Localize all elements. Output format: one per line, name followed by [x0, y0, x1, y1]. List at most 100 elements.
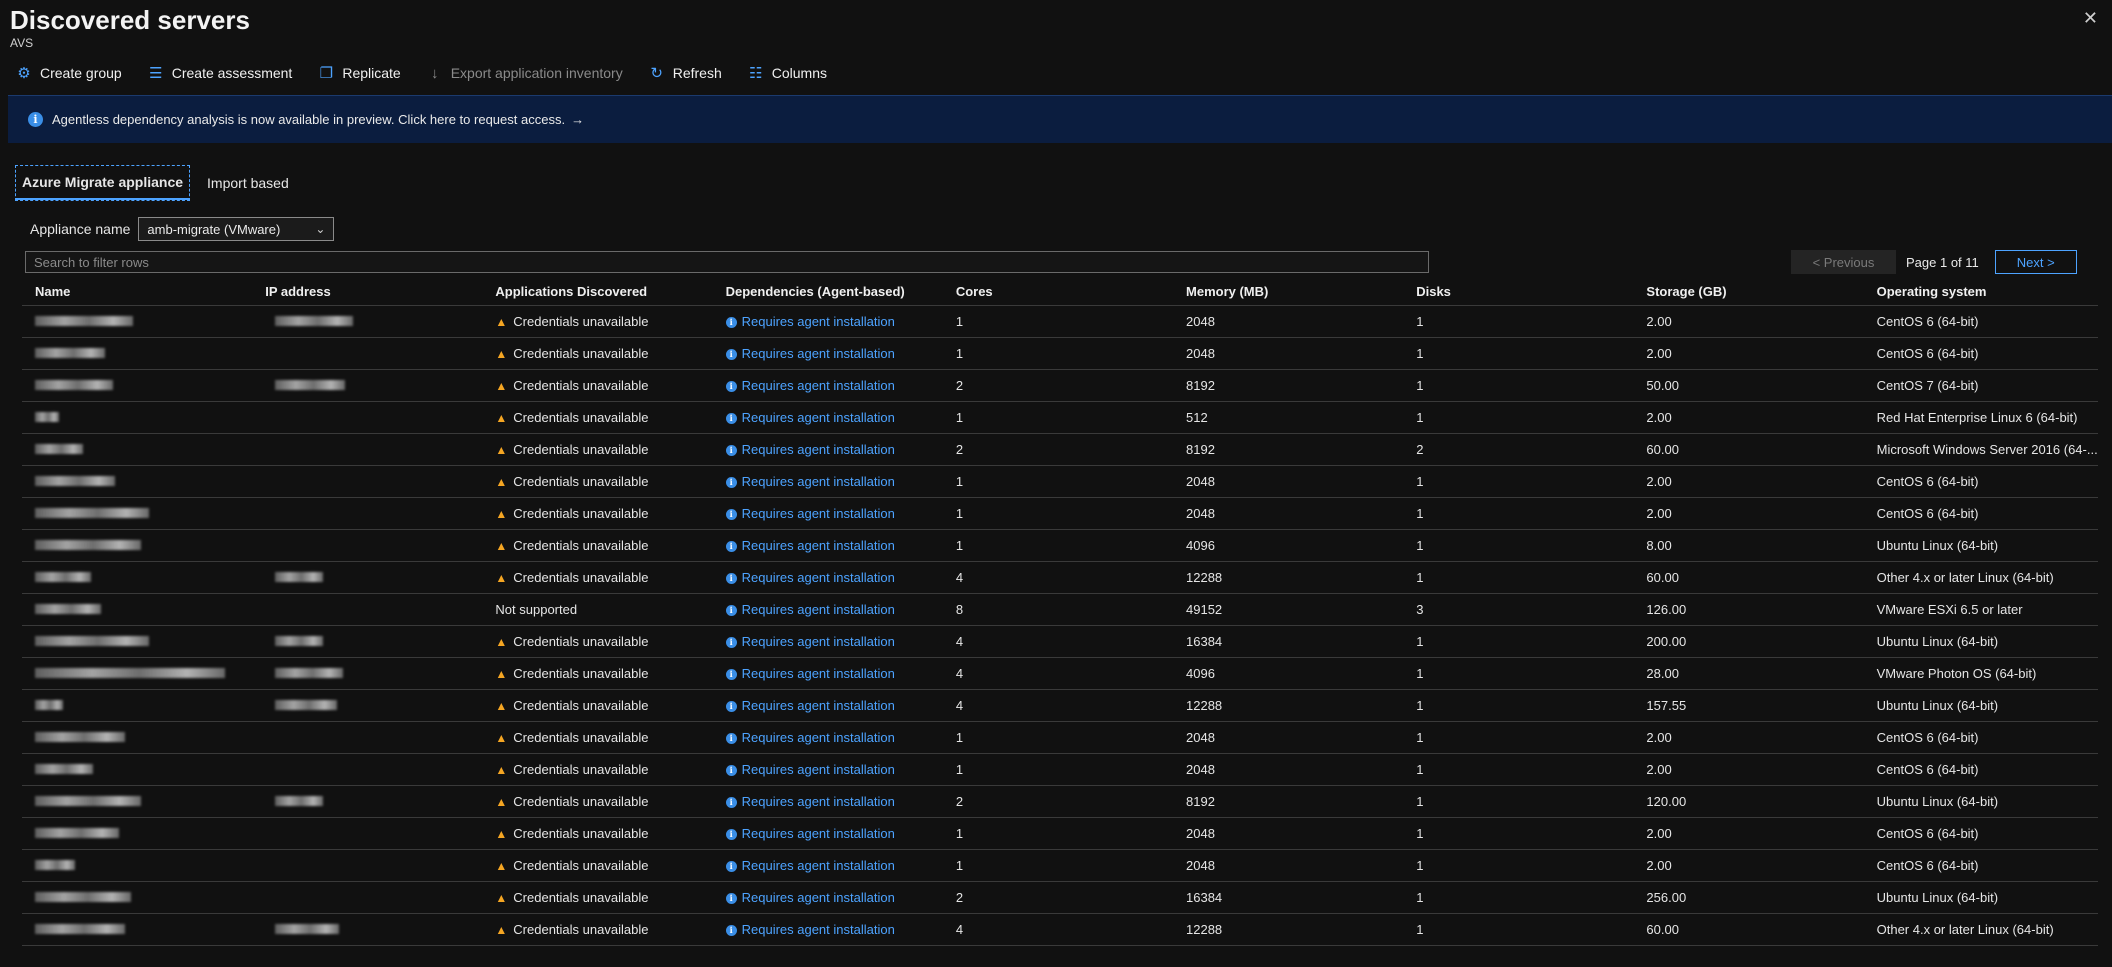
table-row[interactable]: ▲ Credentials unavailable i Requires agent …	[22, 561, 2098, 594]
col-header-storage[interactable]: Storage (GB)	[1633, 278, 1864, 306]
requires-agent-link[interactable]: Requires agent installation	[742, 474, 895, 489]
next-page-button[interactable]: Next >	[1994, 250, 2077, 274]
dependencies-cell[interactable]: i Requires agent installation	[712, 753, 943, 786]
server-name-redacted[interactable]	[22, 753, 253, 786]
requires-agent-link[interactable]: Requires agent installation	[742, 378, 895, 393]
server-name-redacted[interactable]	[22, 625, 253, 658]
dependencies-cell[interactable]: i Requires agent installation	[712, 593, 943, 626]
requires-agent-link[interactable]: Requires agent installation	[742, 442, 895, 457]
server-name-redacted[interactable]	[22, 561, 253, 594]
dependencies-cell[interactable]: i Requires agent installation	[712, 625, 943, 658]
table-row[interactable]: ▲ Credentials unavailable i Requires agent …	[22, 497, 2098, 530]
create-group-button[interactable]: ⚙ Create group	[16, 64, 121, 82]
dependencies-cell[interactable]: i Requires agent installation	[712, 785, 943, 818]
col-header-dependencies[interactable]: Dependencies (Agent-based)	[712, 278, 943, 306]
col-header-disks[interactable]: Disks	[1403, 278, 1634, 306]
appliance-select[interactable]: amb-migrate (VMware) ⌄	[138, 217, 335, 241]
table-row[interactable]: ▲ Credentials unavailable i Requires agent …	[22, 369, 2098, 402]
server-name-redacted[interactable]	[22, 657, 253, 690]
col-header-cores[interactable]: Cores	[942, 278, 1174, 306]
requires-agent-link[interactable]: Requires agent installation	[742, 314, 895, 329]
dependencies-cell[interactable]: i Requires agent installation	[712, 817, 943, 850]
dependencies-cell[interactable]: i Requires agent installation	[712, 529, 943, 562]
create-assessment-button[interactable]: ☰ Create assessment	[148, 64, 292, 82]
table-row[interactable]: ▲ Credentials unavailable i Requires agent …	[22, 881, 2098, 914]
table-row[interactable]: ▲ Credentials unavailable i Requires agent …	[22, 721, 2098, 754]
refresh-button[interactable]: ↻ Refresh	[649, 64, 721, 82]
columns-button[interactable]: ☷ Columns	[748, 64, 827, 82]
table-row[interactable]: ▲ Credentials unavailable i Requires agent …	[22, 785, 2098, 818]
server-name-redacted[interactable]	[22, 337, 253, 370]
requires-agent-link[interactable]: Requires agent installation	[742, 858, 895, 873]
table-row[interactable]: ▲ Credentials unavailable i Requires agent …	[22, 305, 2098, 338]
dependencies-cell[interactable]: i Requires agent installation	[712, 401, 943, 434]
tab-import-based[interactable]: Import based	[201, 167, 295, 199]
requires-agent-link[interactable]: Requires agent installation	[742, 506, 895, 521]
export-inventory-button[interactable]: ↓ Export application inventory	[427, 65, 623, 82]
col-header-os[interactable]: Operating system	[1863, 278, 2098, 306]
table-row[interactable]: ▲ Credentials unavailable i Requires agent …	[22, 337, 2098, 370]
dependencies-cell[interactable]: i Requires agent installation	[712, 369, 943, 402]
requires-agent-link[interactable]: Requires agent installation	[742, 538, 895, 553]
requires-agent-link[interactable]: Requires agent installation	[742, 634, 895, 649]
server-name-redacted[interactable]	[22, 369, 253, 402]
requires-agent-link[interactable]: Requires agent installation	[742, 570, 895, 585]
dependencies-cell[interactable]: i Requires agent installation	[712, 657, 943, 690]
table-row[interactable]: ▲ Credentials unavailable i Requires agent …	[22, 817, 2098, 850]
close-icon[interactable]: ✕	[2083, 8, 2098, 29]
col-header-name[interactable]: Name	[22, 278, 253, 306]
dependencies-cell[interactable]: i Requires agent installation	[712, 433, 943, 466]
dependencies-cell[interactable]: i Requires agent installation	[712, 849, 943, 882]
col-header-applications[interactable]: Applications Discovered	[482, 278, 713, 306]
table-row[interactable]: ▲ Credentials unavailable i Requires agent …	[22, 913, 2098, 946]
server-name-redacted[interactable]	[22, 817, 253, 850]
dependencies-cell[interactable]: i Requires agent installation	[712, 721, 943, 754]
requires-agent-link[interactable]: Requires agent installation	[742, 762, 895, 777]
server-name-redacted[interactable]	[22, 497, 253, 530]
table-row[interactable]: ▲ Credentials unavailable i Requires agent …	[22, 465, 2098, 498]
table-row[interactable]: ▲ Credentials unavailable i Requires agent …	[22, 849, 2098, 882]
server-name-redacted[interactable]	[22, 689, 253, 722]
table-row[interactable]: ▲ Credentials unavailable i Requires agent …	[22, 625, 2098, 658]
server-name-redacted[interactable]	[22, 721, 253, 754]
requires-agent-link[interactable]: Requires agent installation	[742, 890, 895, 905]
requires-agent-link[interactable]: Requires agent installation	[742, 794, 895, 809]
server-name-redacted[interactable]	[22, 913, 253, 946]
server-name-redacted[interactable]	[22, 433, 253, 466]
preview-banner[interactable]: i Agentless dependency analysis is now a…	[8, 95, 2112, 143]
requires-agent-link[interactable]: Requires agent installation	[742, 922, 895, 937]
server-name-redacted[interactable]	[22, 401, 253, 434]
tab-azure-migrate-appliance[interactable]: Azure Migrate appliance	[14, 165, 191, 201]
server-name-redacted[interactable]	[22, 849, 253, 882]
requires-agent-link[interactable]: Requires agent installation	[742, 826, 895, 841]
col-header-ip[interactable]: IP address	[252, 278, 483, 306]
dependencies-cell[interactable]: i Requires agent installation	[712, 689, 943, 722]
dependencies-cell[interactable]: i Requires agent installation	[712, 561, 943, 594]
requires-agent-link[interactable]: Requires agent installation	[742, 410, 895, 425]
search-input[interactable]	[25, 251, 1429, 273]
requires-agent-link[interactable]: Requires agent installation	[742, 346, 895, 361]
server-name-redacted[interactable]	[22, 881, 253, 914]
dependencies-cell[interactable]: i Requires agent installation	[712, 305, 943, 338]
requires-agent-link[interactable]: Requires agent installation	[742, 698, 895, 713]
dependencies-cell[interactable]: i Requires agent installation	[712, 337, 943, 370]
previous-page-button[interactable]: < Previous	[1791, 250, 1896, 274]
requires-agent-link[interactable]: Requires agent installation	[742, 602, 895, 617]
dependencies-cell[interactable]: i Requires agent installation	[712, 465, 943, 498]
replicate-button[interactable]: ❐ Replicate	[318, 64, 401, 82]
server-name-redacted[interactable]	[22, 465, 253, 498]
table-row[interactable]: ▲ Credentials unavailable i Requires agent …	[22, 753, 2098, 786]
requires-agent-link[interactable]: Requires agent installation	[742, 666, 895, 681]
table-row[interactable]: ▲ Credentials unavailable i Requires agent …	[22, 401, 2098, 434]
server-name-redacted[interactable]	[22, 305, 253, 338]
server-name-redacted[interactable]	[22, 785, 253, 818]
server-name-redacted[interactable]	[22, 593, 253, 626]
dependencies-cell[interactable]: i Requires agent installation	[712, 497, 943, 530]
dependencies-cell[interactable]: i Requires agent installation	[712, 881, 943, 914]
table-row[interactable]: ▲ Credentials unavailable i Requires agent …	[22, 689, 2098, 722]
table-row[interactable]: ▲ Credentials unavailable i Requires agent …	[22, 433, 2098, 466]
server-name-redacted[interactable]	[22, 529, 253, 562]
table-row[interactable]: ▲ Credentials unavailable i Requires agent …	[22, 529, 2098, 562]
requires-agent-link[interactable]: Requires agent installation	[742, 730, 895, 745]
col-header-memory[interactable]: Memory (MB)	[1173, 278, 1404, 306]
